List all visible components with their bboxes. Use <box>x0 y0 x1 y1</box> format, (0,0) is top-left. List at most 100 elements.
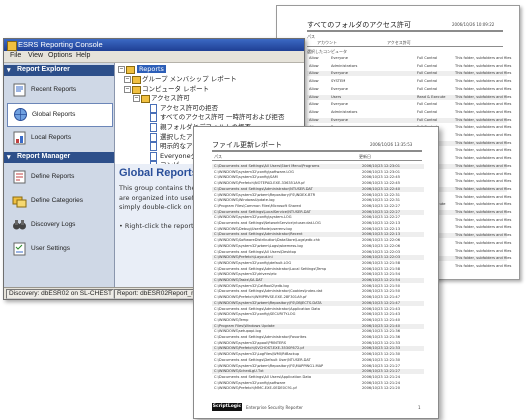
menu-help[interactable]: Help <box>76 52 90 59</box>
local-reports-icon <box>13 131 26 145</box>
nav-user-settings[interactable]: User Settings <box>7 238 111 260</box>
nav-define-categories[interactable]: Define Categories <box>7 190 111 212</box>
report-icon <box>150 103 157 113</box>
cell-path: C:\Documents and Settings\All Users\Appl… <box>214 374 312 379</box>
report-row: Allow Administrators Full Control This fold… <box>307 110 511 115</box>
cell-type: Allow <box>309 117 319 122</box>
cell-path: C:\Documents and Settings\Administrator\… <box>214 335 307 339</box>
report-row: Allow Administrators Full Control This fold… <box>307 63 511 69</box>
cell-scope: This folder, subfolders and files <box>455 102 512 107</box>
cell-date: 2006/10/23 12:21:58 <box>362 266 400 271</box>
cell-path: C:\Program Files\Common Files\Microsoft … <box>214 203 301 208</box>
cell-scope: This folder, subfolders and files <box>455 256 512 261</box>
report-row: Allow Everyone Full Control This folder, su… <box>307 86 511 92</box>
report-row: C:\WINDOWS\WindowsUpdate.log 2006/10/23 1… <box>212 198 424 203</box>
nav-discovery-logs-label: Discovery Logs <box>31 221 76 228</box>
expand-icon[interactable]: − <box>124 76 131 83</box>
menu-file[interactable]: File <box>10 52 21 59</box>
cell-permission: Full Control <box>417 86 438 91</box>
user-settings-icon <box>13 242 26 256</box>
nav-recent-reports[interactable]: Recent Reports <box>7 79 111 101</box>
report-row: C:\Documents and Settings\Administrator\… <box>212 289 424 294</box>
report-row: C:\Documents and Settings\All Users\Appl… <box>212 375 424 380</box>
nav-discovery-logs[interactable]: Discovery Logs <box>7 214 111 236</box>
cell-account: Everyone <box>331 71 348 76</box>
cell-path: C:\Documents and Settings\Administrator\… <box>214 266 327 271</box>
report-rows: C:\Documents and Settings\All Users\Star… <box>212 164 424 394</box>
report-row: C:\Documents and Settings\Administrator\… <box>212 186 424 192</box>
cell-date: 2006/10/23 12:22:03 <box>362 255 400 260</box>
cell-account: Everyone <box>331 102 348 107</box>
cell-path: C:\WINDOWS\system32\wbem\Logs\wbemess.lo… <box>214 243 303 248</box>
cell-date: 2006/10/23 12:21:47 <box>362 295 400 300</box>
cell-path: C:\WINDOWS\SchedLgU.Txt <box>214 369 264 374</box>
cell-scope: This folder, subfolders and files <box>455 125 512 130</box>
cell-path: C:\WINDOWS\WindowsUpdate.log <box>214 198 275 203</box>
cell-scope: This folder, subfolders and files <box>455 179 512 184</box>
cell-date: 2006/10/23 12:21:24 <box>362 374 400 379</box>
cell-scope: This folder, subfolders and files <box>455 156 512 161</box>
cell-permission: Full Control <box>417 117 438 122</box>
report-row: Allow Everyone Full Control This folder, su… <box>307 117 511 123</box>
cell-date: 2006/10/23 12:22:45 <box>362 181 400 186</box>
report-explorer-header[interactable]: ▾ Report Explorer <box>4 65 114 76</box>
cell-date: 2006/10/23 12:21:20 <box>362 386 400 391</box>
nav-recent-reports-label: Recent Reports <box>31 86 77 93</box>
cell-type: Allow <box>309 63 319 68</box>
report-row: C:\WINDOWS\system32\spool\PRINTERS 2006/1… <box>212 341 424 346</box>
expand-icon[interactable]: − <box>124 85 131 93</box>
nav-define-reports[interactable]: Define Reports <box>7 166 111 188</box>
cell-account: SYSTEM <box>331 79 346 84</box>
cell-path: C:\WINDOWS\Prefetch\Layout.ini <box>214 255 273 260</box>
report-header-rule <box>212 160 422 161</box>
cell-scope: This folder, subfolders and files <box>455 248 512 253</box>
cell-path: C:\WINDOWS\system32\config\SECURITY.LOG <box>214 312 296 317</box>
tree-node-label: グループ メンバシップ レポート <box>142 75 237 83</box>
cell-path: C:\Documents and Settings\All Users\Desk… <box>214 249 297 254</box>
report-row: C:\WINDOWS\Prefetch\MMC.EXE-0EDE0C91.pf 2… <box>212 386 424 391</box>
expand-icon[interactable]: − <box>133 95 140 103</box>
cell-path: C:\Documents and Settings\Default User\N… <box>214 357 311 362</box>
nav-local-reports[interactable]: Local Reports <box>7 127 111 149</box>
menu-view[interactable]: View <box>28 52 43 59</box>
title-bar[interactable]: ESRS Reporting Console <box>4 39 304 51</box>
cell-date: 2006/10/23 12:22:13 <box>362 221 400 225</box>
report-row: C:\WINDOWS\system32\config\system.LOG 200… <box>212 215 424 220</box>
cell-path: C:\Documents and Settings\Administrator\… <box>214 306 320 311</box>
cell-date: 2006/10/23 12:21:40 <box>362 317 400 322</box>
cell-date: 2006/10/23 12:22:27 <box>362 215 400 220</box>
report-row: C:\WINDOWS\setupapi.log 2006/10/23 12:21:… <box>212 329 424 334</box>
report-footer-text: Enterprise Security Reporter <box>246 405 303 410</box>
cell-type: Allow <box>309 86 319 91</box>
cell-date: 2006/10/23 12:21:33 <box>362 346 400 351</box>
cell-date: 2006/10/23 12:23:01 <box>362 164 400 168</box>
collapse-icon: ▾ <box>7 154 11 161</box>
cell-scope: This folder, subfolders and files <box>455 148 512 153</box>
cell-permission: Full Control <box>417 56 438 60</box>
cell-path: C:\WINDOWS\Prefetch\SVCHOST.EXE-3530F672… <box>214 346 304 351</box>
cell-path: C:\WINDOWS\SoftwareDistribution\DataStor… <box>214 238 320 243</box>
cell-date: 2006/10/23 12:22:31 <box>362 192 400 197</box>
cell-scope: This folder, subfolders and files <box>455 79 512 84</box>
report-manager-header[interactable]: ▾ Report Manager <box>4 152 114 163</box>
cell-date: 2006/10/23 12:21:24 <box>362 380 400 385</box>
tree-node-label: Reports <box>137 65 166 73</box>
cell-date: 2006/10/23 12:21:36 <box>362 335 400 339</box>
report-row: C:\Documents and Settings\NetworkService… <box>212 221 424 226</box>
cell-date: 2006/10/23 12:21:43 <box>362 306 400 311</box>
cell-date: 2006/10/23 12:21:30 <box>362 357 400 362</box>
cell-scope: This folder, subfolders and files <box>455 71 512 76</box>
report-row: C:\WINDOWS\Debug\UserMode\userenv.log 200… <box>212 227 424 232</box>
menu-options[interactable]: Options <box>48 52 72 59</box>
tree-node-label: アクセス許可の拒否 <box>160 103 219 112</box>
collapse-icon[interactable]: − <box>118 66 125 73</box>
report-row: C:\Program Files\Common Files\Microsoft … <box>212 204 424 209</box>
cell-account: Everyone <box>331 56 348 60</box>
cell-path: C:\WINDOWS\Debug\UserMode\userenv.log <box>214 226 292 231</box>
app-icon <box>7 41 17 51</box>
report-row: C:\Documents and Settings\Administrator\… <box>212 267 424 272</box>
report-icon <box>150 123 157 132</box>
nav-global-reports[interactable]: Global Reports <box>7 103 113 127</box>
report-explorer-label: Report Explorer <box>17 66 70 73</box>
report-row: C:\WINDOWS\Prefetch\NOTEPAD.EXE-336351A9… <box>212 181 424 186</box>
